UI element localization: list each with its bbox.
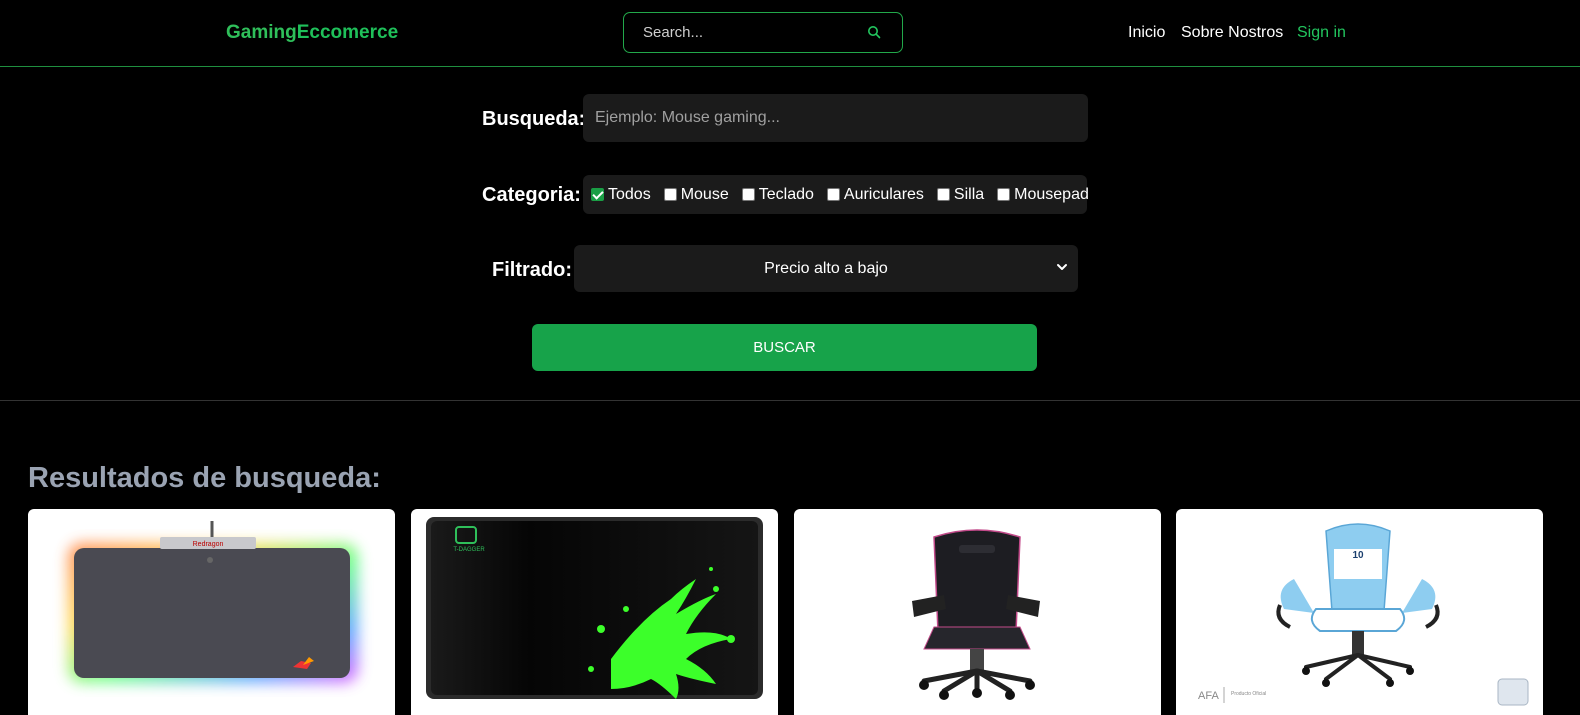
product-image-green-splash-mousepad: T-DAGGER: [426, 517, 763, 699]
busqueda-input[interactable]: [583, 94, 1088, 142]
search-input[interactable]: [624, 13, 864, 52]
nav-link-sign-in[interactable]: Sign in: [1297, 24, 1346, 42]
busqueda-label: Busqueda:: [482, 108, 586, 130]
product-card-afa-chair[interactable]: 10 AFA Producto Oficial: [1176, 509, 1543, 715]
filtrado-select[interactable]: Precio alto a bajo: [574, 245, 1078, 292]
category-label: Silla: [953, 185, 985, 203]
jersey-number-text: 10: [1352, 550, 1364, 561]
category-todos[interactable]: Todos: [591, 186, 651, 204]
product-image-rgb-mousepad: Redragon: [68, 521, 358, 683]
checkbox-silla[interactable]: [936, 188, 950, 201]
producto-oficial-text: Producto Oficial: [1231, 691, 1266, 697]
product-card-tdagger-mousepad[interactable]: T-DAGGER: [411, 509, 778, 715]
checkbox-teclado[interactable]: [741, 188, 755, 201]
nav-link-inicio[interactable]: Inicio: [1128, 24, 1165, 42]
category-label: Teclado: [758, 185, 814, 203]
nav-link-sobre-nosotros[interactable]: Sobre Nostros: [1181, 24, 1283, 42]
header-search: [623, 12, 903, 53]
chevron-down-icon: [1057, 264, 1067, 270]
product-card-redragon-mousepad[interactable]: Redragon: [28, 509, 395, 715]
checkbox-auriculares[interactable]: [826, 188, 840, 201]
filtrado-label: Filtrado:: [492, 259, 572, 281]
product-image-gaming-chair: [912, 529, 1040, 700]
buscar-button[interactable]: BUSCAR: [532, 324, 1037, 371]
filtrado-selected-value: Precio alto a bajo: [764, 259, 888, 277]
category-mousepad[interactable]: Mousepad: [997, 186, 1089, 204]
category-label: Mousepad: [1014, 185, 1089, 203]
search-icon[interactable]: [867, 25, 881, 39]
checkbox-mouse[interactable]: [663, 188, 677, 201]
category-auriculares[interactable]: Auriculares: [826, 185, 924, 204]
brand-part-gaming: Gaming: [226, 22, 297, 43]
category-label: Auriculares: [843, 185, 924, 203]
top-navbar: GamingEccomerce Inicio Sobre Nostros Sig…: [0, 0, 1580, 67]
checkbox-todos[interactable]: [591, 188, 604, 201]
category-label: Mouse: [680, 185, 729, 203]
section-divider: [0, 400, 1580, 401]
brand-logo[interactable]: GamingEccomerce: [226, 22, 398, 44]
categoria-label: Categoria:: [482, 184, 581, 206]
afa-seal-text: AFA: [1198, 690, 1219, 702]
redragon-logo-text: Redragon: [193, 541, 224, 548]
category-label: Todos: [608, 185, 651, 203]
results-title: Resultados de busqueda:: [28, 462, 381, 494]
product-image-afa-gaming-chair: 10 AFA Producto Oficial: [1198, 523, 1529, 706]
category-mouse[interactable]: Mouse: [663, 185, 729, 204]
product-card-black-chair[interactable]: [794, 509, 1161, 715]
category-teclado[interactable]: Teclado: [741, 185, 814, 204]
checkbox-mousepad[interactable]: [997, 188, 1011, 201]
brand-part-eccomerce: Eccomerce: [296, 22, 399, 43]
category-silla[interactable]: Silla: [936, 185, 985, 204]
t-dagger-logo-text: T-DAGGER: [453, 547, 485, 553]
category-checkbox-group: Todos Mouse Teclado Auriculares Silla Mo…: [583, 175, 1089, 214]
